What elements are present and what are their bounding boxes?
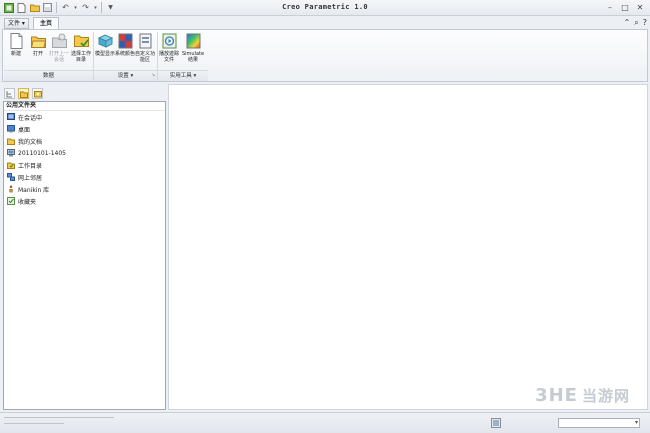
window-controls: – □ ✕ <box>603 1 647 13</box>
nav-item-working-directory[interactable]: 工作目录 <box>4 159 165 171</box>
nav-item-label: 在会话中 <box>18 114 43 122</box>
nav-item-my-documents[interactable]: 我的文档 <box>4 135 165 147</box>
open-last-session-icon <box>51 33 67 49</box>
message-area-line <box>4 423 64 424</box>
watermark-sub: 当游网 <box>581 387 630 405</box>
nav-item-label: 工作目录 <box>18 162 43 170</box>
tab-file[interactable]: 文件 ▾ <box>4 18 29 29</box>
open-last-session-button[interactable]: 打开上一会话 <box>48 33 70 63</box>
open-folder-icon <box>30 33 46 49</box>
group-utilities-label[interactable]: 实用工具 ▾ <box>158 70 208 81</box>
group-data-label[interactable]: 数据 <box>4 70 93 81</box>
play-trail-file-button[interactable]: 播放迹踪文件 <box>158 33 180 63</box>
model-display-label: 模型显示 <box>94 51 115 57</box>
collapse-ribbon-icon[interactable]: ⌃ <box>624 18 631 28</box>
settings-dialog-launcher-icon[interactable]: ↘ <box>151 72 155 78</box>
customize-ribbon-label: 自定义功能区 <box>134 51 155 63</box>
manikin-icon <box>7 185 15 193</box>
select-working-dir-label: 选择工作目录 <box>70 51 91 63</box>
nav-item-desktop[interactable]: 桌面 <box>4 123 165 135</box>
new-document-icon <box>9 33 24 49</box>
system-colors-button[interactable]: 系统颜色 <box>114 33 136 57</box>
help-icon[interactable]: ? <box>643 18 647 28</box>
system-colors-icon <box>118 33 133 49</box>
chevron-down-icon: ▾ <box>634 419 638 426</box>
maximize-icon[interactable]: □ <box>618 1 632 13</box>
navigator-pane: 公用文件夹 在会话中 桌面 我的文档 20110101-1405 工作目录 网上… <box>3 101 166 410</box>
nav-item-manikin-library[interactable]: Manikin 库 <box>4 183 165 195</box>
work-folder-icon <box>7 161 15 169</box>
nav-item-label: 我的文档 <box>18 138 43 146</box>
search-icon[interactable]: ⌕ <box>634 18 638 28</box>
watermark-main: 3HE <box>535 385 578 406</box>
selection-filter-dropdown[interactable]: ▾ <box>558 418 640 428</box>
common-folders-header: 公用文件夹 <box>4 102 165 111</box>
nav-item-label: 20110101-1405 <box>18 149 66 157</box>
tab-row-right-icons: ⌃ ⌕ ? <box>624 18 647 28</box>
open-last-session-label: 打开上一会话 <box>48 51 69 63</box>
watermark: 3HE 当游网 <box>535 385 630 406</box>
nav-item-label: Manikin 库 <box>18 186 50 194</box>
minimize-icon[interactable]: – <box>603 1 617 13</box>
desktop-icon <box>7 125 15 133</box>
favorites-tab-icon[interactable] <box>32 88 43 99</box>
model-display-button[interactable]: 模型显示 <box>94 33 116 57</box>
message-area-line <box>4 417 114 418</box>
nav-item-label: 桌面 <box>18 126 31 134</box>
model-display-icon <box>97 33 113 49</box>
favorites-icon <box>7 197 15 205</box>
title-bar: ↶ ▾ ↷ ▾ ▼ Creo Parametric 1.0 – □ ✕ <box>0 0 650 16</box>
nav-item-network[interactable]: 网上邻居 <box>4 171 165 183</box>
open-button-label: 打开 <box>32 51 43 57</box>
open-button[interactable]: 打开 <box>27 33 49 57</box>
tab-home[interactable]: 主页 <box>33 17 60 29</box>
ribbon-tab-row: 文件 ▾ 主页 ⌃ ⌕ ? <box>0 17 650 29</box>
simulate-results-icon <box>186 33 201 49</box>
session-icon <box>7 113 15 121</box>
select-working-dir-button[interactable]: 选择工作目录 <box>70 33 92 63</box>
nav-item-in-session[interactable]: 在会话中 <box>4 111 165 123</box>
system-colors-label: 系统颜色 <box>114 51 135 57</box>
customize-ribbon-button[interactable]: 自定义功能区 <box>134 33 156 63</box>
smart-filter-icon[interactable] <box>491 418 501 428</box>
nav-item-label: 收藏夹 <box>18 198 37 206</box>
computer-icon <box>7 149 15 157</box>
graphics-workspace[interactable] <box>168 84 648 410</box>
folder-browser-tab-icon[interactable] <box>18 88 29 99</box>
new-button[interactable]: 新建 <box>5 33 27 57</box>
simulate-results-label: Simulate结果 <box>181 51 205 63</box>
my-documents-icon <box>7 137 15 145</box>
new-button-label: 新建 <box>10 51 21 57</box>
customize-ribbon-icon <box>138 33 153 49</box>
window-title: Creo Parametric 1.0 <box>282 3 368 11</box>
group-settings-label[interactable]: 设置 ▾ <box>94 70 157 81</box>
simulate-results-button[interactable]: Simulate结果 <box>180 33 206 63</box>
ribbon: 新建 打开 打开上一会话 选择工作目录 模型显示 系统颜色 自定义功能区 播放迹… <box>2 29 648 82</box>
nav-item-label: 网上邻居 <box>18 174 43 182</box>
nav-item-favorites[interactable]: 收藏夹 <box>4 195 165 207</box>
working-dir-icon <box>73 33 89 49</box>
nav-item-computer[interactable]: 20110101-1405 <box>4 147 165 159</box>
trail-file-icon <box>162 33 177 49</box>
play-trail-file-label: 播放迹踪文件 <box>158 51 179 63</box>
network-icon <box>7 173 15 181</box>
model-tree-tab-icon[interactable] <box>4 88 15 99</box>
close-icon[interactable]: ✕ <box>633 1 647 13</box>
navigator-tabs <box>4 88 43 99</box>
status-bar: ▾ <box>0 412 650 433</box>
